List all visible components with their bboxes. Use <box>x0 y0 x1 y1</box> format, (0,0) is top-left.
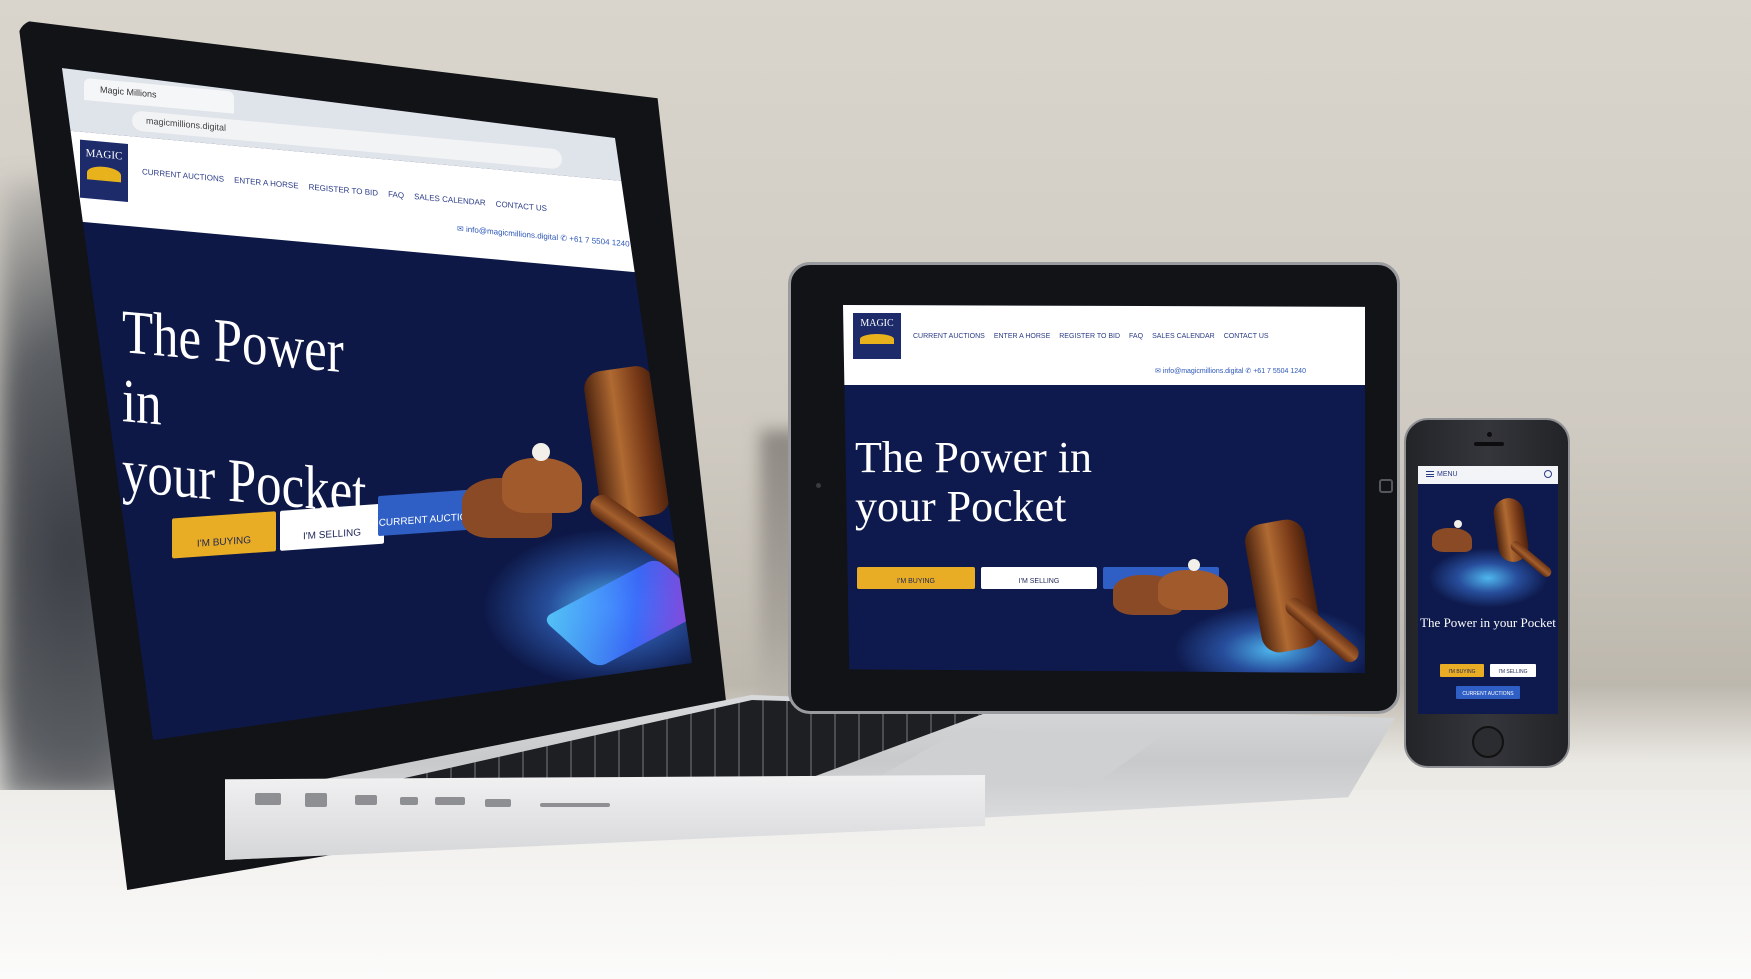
port <box>400 797 418 805</box>
current-auctions-button[interactable]: CURRENT AUCTIONS <box>1456 686 1520 699</box>
port <box>435 797 465 805</box>
mobile-header: MENU <box>1418 466 1558 484</box>
nav-faq[interactable]: FAQ <box>388 190 404 200</box>
gavel-illustration <box>1113 515 1365 673</box>
logo-text-magic: MAGIC <box>85 147 123 163</box>
hero-title: The Power in your Pocket <box>122 298 384 530</box>
browser-tab-title: Magic Millions <box>100 84 157 100</box>
menu-label[interactable]: MENU <box>1437 471 1458 478</box>
logo[interactable]: MAGIC <box>80 139 128 203</box>
phone-device: MENU The Power in your Pocket I'M BUYING… <box>1404 418 1570 768</box>
main-nav: CURRENT AUCTIONS ENTER A HORSE REGISTER … <box>142 167 547 213</box>
hero-title-line1: The Power in <box>855 433 1093 482</box>
logo-swoosh-icon <box>860 334 894 344</box>
mail-icon: ✉ <box>1155 368 1163 375</box>
hero-title: The Power in your Pocket <box>1420 615 1556 630</box>
contact-phone[interactable]: +61 7 5504 1240 <box>1253 368 1306 375</box>
horse-racing-illustration <box>1432 528 1472 552</box>
nav-contact-us[interactable]: CONTACT US <box>496 199 547 213</box>
mail-icon: ✉ <box>457 223 466 234</box>
nav-current-auctions[interactable]: CURRENT AUCTIONS <box>913 333 985 340</box>
logo-swoosh-icon <box>87 165 121 183</box>
im-selling-button[interactable]: I'M SELLING <box>981 567 1097 589</box>
search-icon[interactable] <box>1544 470 1552 478</box>
hero-title-line1: The Power in <box>122 298 344 440</box>
tablet-camera <box>816 483 821 488</box>
phone-home-button[interactable] <box>1472 726 1504 758</box>
nav-contact-us[interactable]: CONTACT US <box>1224 333 1269 340</box>
contact-phone[interactable]: +61 7 5504 1240 <box>569 234 629 248</box>
tablet-device: MAGIC CURRENT AUCTIONS ENTER A HORSE REG… <box>788 262 1400 714</box>
logo[interactable]: MAGIC <box>853 313 901 359</box>
hero-title: The Power in your Pocket <box>855 433 1155 532</box>
tablet-screen: MAGIC CURRENT AUCTIONS ENTER A HORSE REG… <box>843 305 1365 673</box>
im-buying-button[interactable]: I'M BUYING <box>172 511 276 559</box>
nav-faq[interactable]: FAQ <box>1129 333 1143 340</box>
contact-email[interactable]: info@magicmillions.digital <box>466 225 558 242</box>
phone-camera <box>1487 432 1492 437</box>
main-nav: CURRENT AUCTIONS ENTER A HORSE REGISTER … <box>913 333 1269 340</box>
port <box>255 793 281 805</box>
nav-enter-a-horse[interactable]: ENTER A HORSE <box>994 333 1050 340</box>
logo-text-magic: MAGIC <box>860 318 894 329</box>
nav-sales-calendar[interactable]: SALES CALENDAR <box>1152 333 1215 340</box>
im-buying-button[interactable]: I'M BUYING <box>1440 664 1484 677</box>
tablet-home-button[interactable] <box>1379 479 1393 493</box>
port <box>485 799 511 807</box>
contact-info: ✉ info@magicmillions.digital ✆ +61 7 550… <box>457 224 630 249</box>
im-selling-button[interactable]: I'M SELLING <box>1490 664 1536 677</box>
nav-register-to-bid[interactable]: REGISTER TO BID <box>309 182 379 197</box>
phone-icon: ✆ <box>560 233 570 244</box>
nav-enter-a-horse[interactable]: ENTER A HORSE <box>234 176 298 191</box>
im-buying-button[interactable]: I'M BUYING <box>857 567 975 589</box>
port <box>305 793 327 807</box>
phone-speaker <box>1474 442 1504 446</box>
gavel-illustration <box>1418 488 1558 608</box>
contact-info: ✉ info@magicmillions.digital ✆ +61 7 550… <box>1155 367 1306 375</box>
phone-screen: MENU The Power in your Pocket I'M BUYING… <box>1418 466 1558 714</box>
nav-current-auctions[interactable]: CURRENT AUCTIONS <box>142 167 224 183</box>
nav-register-to-bid[interactable]: REGISTER TO BID <box>1059 333 1120 340</box>
address-bar-url: magicmillions.digital <box>146 115 227 133</box>
site-header: MAGIC CURRENT AUCTIONS ENTER A HORSE REG… <box>843 305 1365 385</box>
im-selling-button[interactable]: I'M SELLING <box>280 503 384 551</box>
port <box>540 803 610 807</box>
menu-icon[interactable] <box>1426 471 1434 478</box>
nav-sales-calendar[interactable]: SALES CALENDAR <box>414 192 486 208</box>
contact-email[interactable]: info@magicmillions.digital <box>1163 368 1244 375</box>
port <box>355 795 377 805</box>
hero-title-line2: your Pocket <box>855 482 1067 532</box>
